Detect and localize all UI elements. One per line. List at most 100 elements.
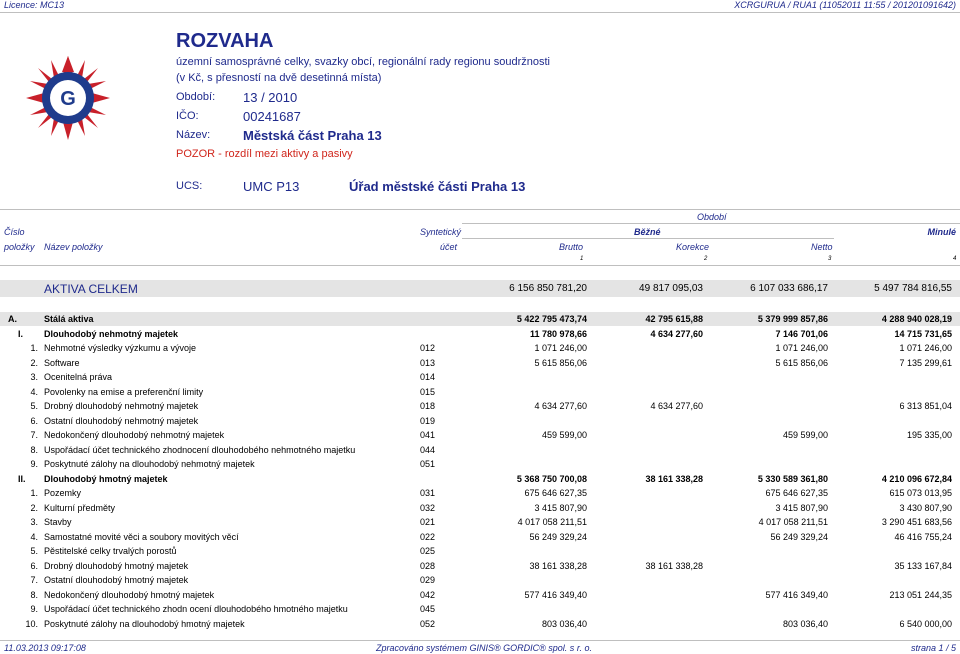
table-row: 6. Drobný dlouhodobý hmotný majetek 028 38 … — [0, 559, 960, 573]
row-account: 031 — [420, 488, 436, 498]
page-number: strana 1 / 5 — [910, 643, 956, 653]
row-name: Ostatní dlouhodobý nehmotný majetek — [44, 415, 199, 426]
col-index-1: 1 — [580, 256, 584, 262]
row-netto: 5 379 999 857,86 — [757, 314, 828, 324]
table-row: 3. Ocenitelná práva 014 — [0, 370, 960, 384]
period-value: 13 / 2010 — [243, 90, 298, 105]
table-row: 5. Drobný dlouhodobý nehmotný majetek 018 4… — [0, 399, 960, 413]
row-previous: 6 313 851,04 — [899, 401, 952, 411]
row-name: Dlouhodobý hmotný majetek — [44, 473, 168, 484]
row-netto: 803 036,40 — [782, 618, 828, 629]
row-number: 3. — [30, 372, 38, 382]
row-netto: 5 330 589 361,80 — [757, 473, 828, 484]
name-value: Městská část Praha 13 — [243, 128, 382, 143]
row-netto: 3 415 807,90 — [775, 502, 828, 513]
license-bar: Licence: MC13 XCRGURUA / RUA1 (11052011 … — [0, 0, 960, 13]
col-item: položky — [4, 242, 35, 252]
row-name: Pěstitelské celky trvalých porostů — [44, 546, 177, 556]
total-assets-label: AKTIVA CELKEM — [44, 282, 138, 296]
table-row: 9. Uspořádací účet technického zhodn ocen… — [0, 602, 960, 616]
row-number: 8. — [30, 589, 38, 600]
ico-value: 00241687 — [243, 109, 301, 124]
report-info: XCRGURUA / RUA1 (11052011 11:55 / 201201… — [734, 0, 956, 10]
table-row: 1. Pozemky 031 675 646 627,35 675 646 627,35… — [0, 486, 960, 500]
row-account: 018 — [420, 401, 436, 411]
row-previous: 195 335,00 — [906, 430, 952, 440]
balance-warning: POZOR - rozdíl mezi aktivy a pasivy — [176, 148, 353, 160]
row-account: 025 — [420, 546, 436, 556]
col-brutto: Brutto — [559, 242, 584, 252]
row-number: 10. — [25, 618, 38, 629]
table-row: 7. Nedokončený dlouhodobý nehmotný majete… — [0, 428, 960, 442]
total-assets-row: AKTIVA CELKEM 6 156 850 781,20 49 817 09… — [0, 280, 960, 297]
row-name: Nedokončený dlouhodobý hmotný majetek — [44, 589, 215, 600]
row-previous: 7 135 299,61 — [899, 357, 952, 368]
row-previous: 35 133 167,84 — [894, 560, 952, 571]
row-name: Stálá aktiva — [44, 314, 94, 324]
system-note: Zpracováno systémem GINIS® GORDIC® spol.… — [376, 643, 592, 653]
row-netto: 7 146 701,06 — [775, 328, 828, 339]
row-previous: 213 051 244,35 — [889, 589, 952, 600]
row-brutto: 459 599,00 — [541, 430, 587, 440]
gordic-logo: G — [26, 56, 110, 140]
ucs-name: Úřad městské části Praha 13 — [349, 179, 526, 194]
row-account: 042 — [420, 589, 436, 600]
row-previous: 3 430 807,90 — [899, 502, 952, 513]
row-brutto: 1 071 246,00 — [534, 343, 587, 353]
row-number: 5. — [30, 546, 38, 556]
ucs-label: UCS: — [176, 180, 203, 192]
row-previous: 6 540 000,00 — [899, 618, 952, 629]
row-name: Samostatné movité věci a soubory movitýc… — [44, 531, 239, 542]
footer-bar: 11.03.2013 09:17:08 Zpracováno systémem … — [0, 640, 960, 654]
row-name: Poskytnuté zálohy na dlouhodobý nehmotný… — [44, 459, 255, 469]
row-account: 041 — [420, 430, 436, 440]
table-row: 10. Poskytnuté zálohy na dlouhodobý hmotn… — [0, 617, 960, 631]
col-number: Číslo — [4, 227, 25, 237]
row-previous: 4 210 096 672,84 — [881, 473, 952, 484]
svg-text:G: G — [60, 88, 76, 110]
row-account: 051 — [420, 459, 436, 469]
row-number: 2. — [30, 502, 38, 513]
row-name: Software — [44, 357, 80, 368]
row-brutto: 803 036,40 — [541, 618, 587, 629]
row-account: 028 — [420, 560, 436, 571]
row-netto: 56 249 329,24 — [770, 531, 828, 542]
row-name: Povolenky na emise a preferenční limity — [44, 386, 204, 397]
row-number: 7. — [30, 430, 38, 440]
row-account: 044 — [420, 444, 436, 455]
row-account: 052 — [420, 618, 436, 629]
table-row: 4. Samostatné movité věci a soubory movit… — [0, 530, 960, 544]
table-row: 1. Nehmotné výsledky výzkumu a vývoje 012 1… — [0, 341, 960, 355]
row-account: 014 — [420, 372, 436, 382]
row-korekce: 42 795 615,88 — [645, 314, 703, 324]
col-netto: Netto — [811, 242, 833, 252]
row-netto: 577 416 349,40 — [765, 589, 828, 600]
row-account: 019 — [420, 415, 436, 426]
row-name: Dlouhodobý nehmotný majetek — [44, 328, 179, 339]
row-account: 032 — [420, 502, 436, 513]
row-name: Nehmotné výsledky výzkumu a vývoje — [44, 343, 197, 353]
table-row: II. Dlouhodobý hmotný majetek 5 368 750 70… — [0, 472, 960, 486]
row-brutto: 5 368 750 700,08 — [516, 473, 587, 484]
row-brutto: 675 646 627,35 — [524, 488, 587, 498]
row-korekce: 4 634 277,60 — [650, 328, 703, 339]
col-index-2: 2 — [704, 256, 708, 262]
row-account: 013 — [420, 357, 436, 368]
row-korekce: 38 161 338,28 — [645, 473, 703, 484]
table-row: A. Stálá aktiva 5 422 795 473,74 42 795 615… — [0, 312, 960, 326]
row-brutto: 56 249 329,24 — [529, 531, 587, 542]
col-korekce: Korekce — [676, 242, 710, 252]
row-account: 029 — [420, 575, 436, 585]
total-assets-previous: 5 497 784 816,55 — [874, 283, 952, 294]
row-account: 012 — [420, 343, 436, 353]
report-units-note: (v Kč, s přesností na dvě desetinná míst… — [176, 72, 382, 84]
row-netto: 4 017 058 211,51 — [758, 517, 828, 527]
row-netto: 1 071 246,00 — [775, 343, 828, 353]
total-assets-netto: 6 107 033 686,17 — [750, 283, 828, 294]
row-account: 045 — [420, 604, 436, 614]
row-name: Uspořádací účet technického zhodnocení d… — [44, 444, 356, 455]
row-korekce: 38 161 338,28 — [645, 560, 703, 571]
row-name: Ostatní dlouhodobý hmotný majetek — [44, 575, 189, 585]
row-name: Pozemky — [44, 488, 82, 498]
col-synthetic: Syntetický — [420, 227, 462, 237]
